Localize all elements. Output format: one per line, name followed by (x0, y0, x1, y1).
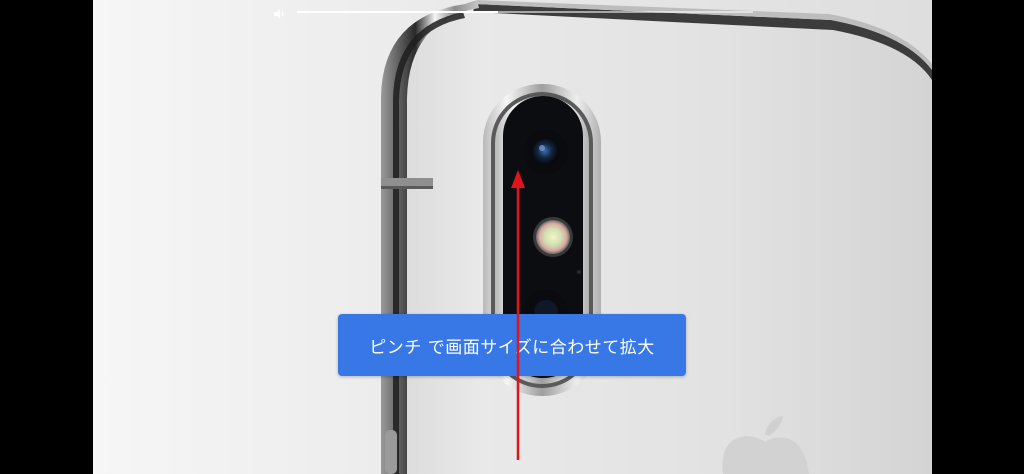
video-frame[interactable]: ピンチ で画面サイズに合わせて拡大 (93, 0, 932, 474)
letterbox-left (0, 0, 93, 474)
pinch-zoom-hint: ピンチ で画面サイズに合わせて拡大 (338, 314, 686, 376)
pinch-zoom-hint-text: ピンチ で画面サイズに合わせて拡大 (369, 337, 655, 358)
speaker-icon[interactable] (272, 6, 286, 20)
video-player-screen[interactable]: ピンチ で画面サイズに合わせて拡大 (0, 0, 1024, 474)
letterbox-right (932, 0, 1024, 474)
volume-slider-fill (297, 11, 498, 13)
phone-video-frame (381, 0, 932, 474)
volume-slider[interactable] (297, 11, 753, 13)
